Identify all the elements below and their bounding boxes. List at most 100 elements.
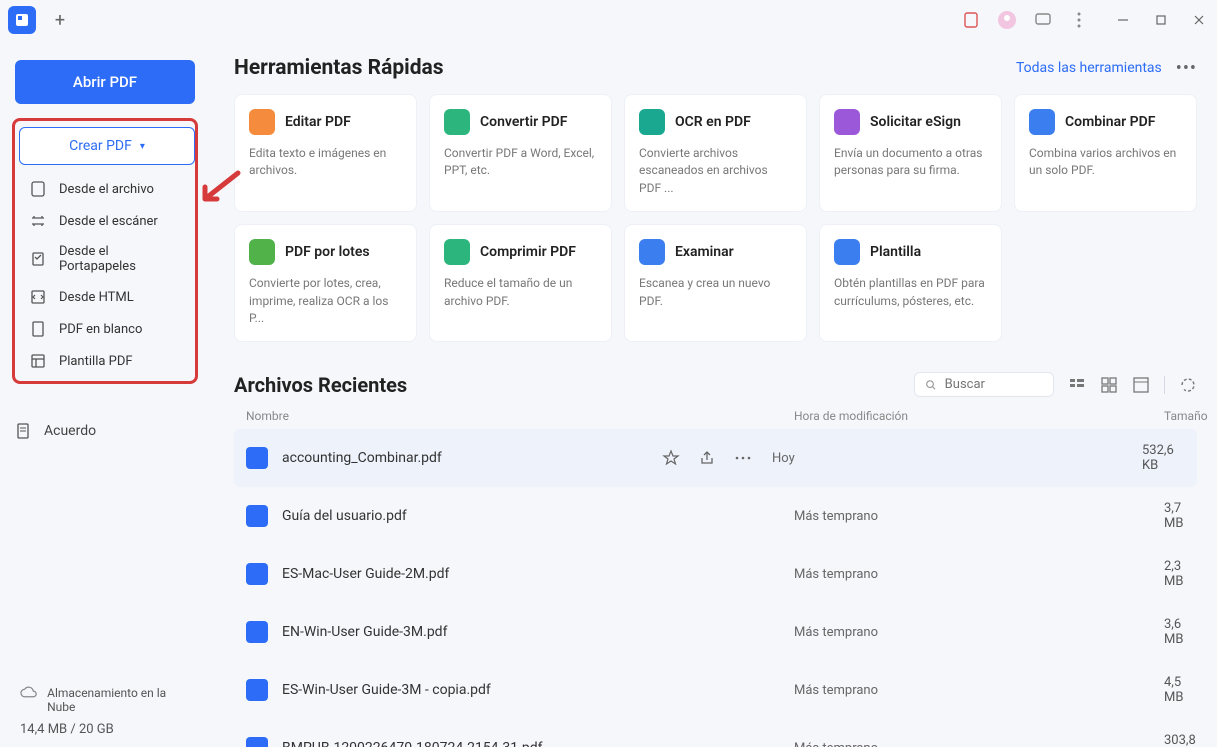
create-pdf-button[interactable]: Crear PDF ▾	[19, 127, 195, 165]
star-icon[interactable]	[662, 449, 680, 467]
card-head: PDF por lotes	[249, 239, 402, 265]
tool-icon	[1029, 109, 1055, 135]
tool-card[interactable]: Convertir PDF Convertir PDF a Word, Exce…	[429, 94, 612, 212]
blank-icon	[29, 320, 47, 338]
pdf-file-icon	[246, 621, 268, 643]
all-tools-link[interactable]: Todas las herramientas	[1016, 60, 1162, 76]
tool-icon	[249, 109, 275, 135]
close-button[interactable]	[1189, 10, 1209, 30]
menu-from-scanner[interactable]: Desde el escáner	[19, 205, 191, 237]
file-size: 303,8 KB	[1164, 733, 1196, 747]
card-desc: Escanea y crea un nuevo PDF.	[639, 275, 792, 310]
row-actions	[662, 449, 752, 467]
col-name: Nombre	[246, 409, 794, 423]
card-head: OCR en PDF	[639, 109, 792, 135]
scanner-icon	[29, 212, 47, 230]
file-icon	[29, 180, 47, 198]
card-desc: Convierte archivos escaneados en archivo…	[639, 145, 792, 197]
file-row[interactable]: Guía del usuario.pdf Más temprano 3,7 MB	[234, 487, 1197, 545]
tool-card[interactable]: Comprimir PDF Reduce el tamaño de un arc…	[429, 224, 612, 342]
file-name: Guía del usuario.pdf	[282, 508, 794, 524]
pdf-file-icon	[246, 505, 268, 527]
tool-icon	[639, 239, 665, 265]
card-title: Examinar	[675, 244, 734, 260]
card-head: Combinar PDF	[1029, 109, 1182, 135]
file-date: Más temprano	[794, 625, 1164, 640]
search-box[interactable]	[914, 372, 1054, 397]
agreement-label: Acuerdo	[44, 423, 96, 439]
more-icon[interactable]	[734, 449, 752, 467]
tool-card[interactable]: Editar PDF Edita texto e imágenes en arc…	[234, 94, 417, 212]
chevron-down-icon: ▾	[140, 141, 145, 152]
create-pdf-highlight: Crear PDF ▾ Desde el archivo Desde el es…	[12, 118, 198, 384]
file-row[interactable]: accounting_Combinar.pdf Hoy 532,6 KB	[234, 429, 1197, 487]
tool-card[interactable]: Solicitar eSign Envía un documento a otr…	[819, 94, 1002, 212]
document-icon	[14, 422, 32, 440]
card-title: Convertir PDF	[480, 114, 567, 130]
card-head: Comprimir PDF	[444, 239, 597, 265]
pdf-file-icon	[246, 447, 268, 469]
menu-label: PDF en blanco	[59, 322, 142, 337]
maximize-button[interactable]	[1151, 10, 1171, 30]
file-name: accounting_Combinar.pdf	[282, 450, 662, 466]
new-tab-button[interactable]: +	[48, 8, 72, 32]
file-row[interactable]: BMPUB-1200226470-180724-2154-31.pdf Más …	[234, 719, 1197, 747]
file-date: Más temprano	[794, 567, 1164, 582]
titlebar: +	[0, 0, 1217, 40]
open-pdf-button[interactable]: Abrir PDF	[15, 60, 195, 104]
tool-card[interactable]: OCR en PDF Convierte archivos escaneados…	[624, 94, 807, 212]
more-icon[interactable]: •••	[1176, 58, 1197, 79]
card-title: Editar PDF	[285, 114, 351, 130]
file-name: EN-Win-User Guide-3M.pdf	[282, 624, 794, 640]
tool-icon	[834, 109, 860, 135]
table-header: Nombre Hora de modificación Tamaño	[234, 405, 1197, 429]
refresh-icon[interactable]	[1179, 376, 1197, 394]
menu-from-html[interactable]: Desde HTML	[19, 281, 191, 313]
recent-header: Archivos Recientes	[234, 372, 1197, 397]
recent-title: Archivos Recientes	[234, 373, 407, 397]
col-size: Tamaño	[1164, 409, 1208, 423]
agreement-item[interactable]: Acuerdo	[10, 414, 200, 448]
menu-from-file[interactable]: Desde el archivo	[19, 173, 191, 205]
chat-icon[interactable]	[1033, 10, 1053, 30]
file-list: accounting_Combinar.pdf Hoy 532,6 KB Guí…	[234, 429, 1197, 747]
menu-template-pdf[interactable]: Plantilla PDF	[19, 345, 191, 377]
card-desc: Convertir PDF a Word, Excel, PPT, etc.	[444, 145, 597, 180]
file-name: ES-Win-User Guide-3M - copia.pdf	[282, 682, 794, 698]
main: Abrir PDF Crear PDF ▾ Desde el archivo D…	[0, 40, 1217, 747]
minimize-button[interactable]	[1113, 10, 1133, 30]
menu-blank-pdf[interactable]: PDF en blanco	[19, 313, 191, 345]
menu-label: Plantilla PDF	[59, 354, 133, 369]
file-row[interactable]: ES-Mac-User Guide-2M.pdf Más temprano 2,…	[234, 545, 1197, 603]
card-desc: Reduce el tamaño de un archivo PDF.	[444, 275, 597, 310]
share-icon[interactable]	[698, 449, 716, 467]
file-row[interactable]: ES-Win-User Guide-3M - copia.pdf Más tem…	[234, 661, 1197, 719]
file-size: 3,6 MB	[1164, 617, 1185, 647]
file-row[interactable]: EN-Win-User Guide-3M.pdf Más temprano 3,…	[234, 603, 1197, 661]
tool-card[interactable]: Examinar Escanea y crea un nuevo PDF.	[624, 224, 807, 342]
menu-from-clipboard[interactable]: Desde el Portapapeles	[19, 237, 191, 281]
search-input[interactable]	[945, 377, 1043, 392]
template-icon	[29, 352, 47, 370]
cloud-storage-row[interactable]: Almacenamiento en la Nube	[20, 686, 190, 714]
notification-icon[interactable]	[961, 10, 981, 30]
divider	[1164, 376, 1165, 394]
tool-card[interactable]: Combinar PDF Combina varios archivos en …	[1014, 94, 1197, 212]
tools-title: Herramientas Rápidas	[234, 56, 444, 80]
file-size: 4,5 MB	[1164, 675, 1185, 705]
tool-icon	[444, 109, 470, 135]
card-head: Examinar	[639, 239, 792, 265]
avatar-icon[interactable]	[997, 10, 1017, 30]
card-desc: Edita texto e imágenes en archivos.	[249, 145, 402, 180]
sidebar: Abrir PDF Crear PDF ▾ Desde el archivo D…	[0, 40, 210, 747]
kebab-menu-icon[interactable]	[1069, 10, 1089, 30]
search-icon	[925, 378, 937, 392]
create-pdf-label: Crear PDF	[69, 138, 132, 154]
content: Herramientas Rápidas Todas las herramien…	[210, 40, 1217, 747]
tool-card[interactable]: Plantilla Obtén plantillas en PDF para c…	[819, 224, 1002, 342]
tool-card[interactable]: PDF por lotes Convierte por lotes, crea,…	[234, 224, 417, 342]
list-view-icon[interactable]	[1068, 376, 1086, 394]
card-title: Combinar PDF	[1065, 114, 1155, 130]
grid-view-icon[interactable]	[1100, 376, 1118, 394]
column-view-icon[interactable]	[1132, 376, 1150, 394]
